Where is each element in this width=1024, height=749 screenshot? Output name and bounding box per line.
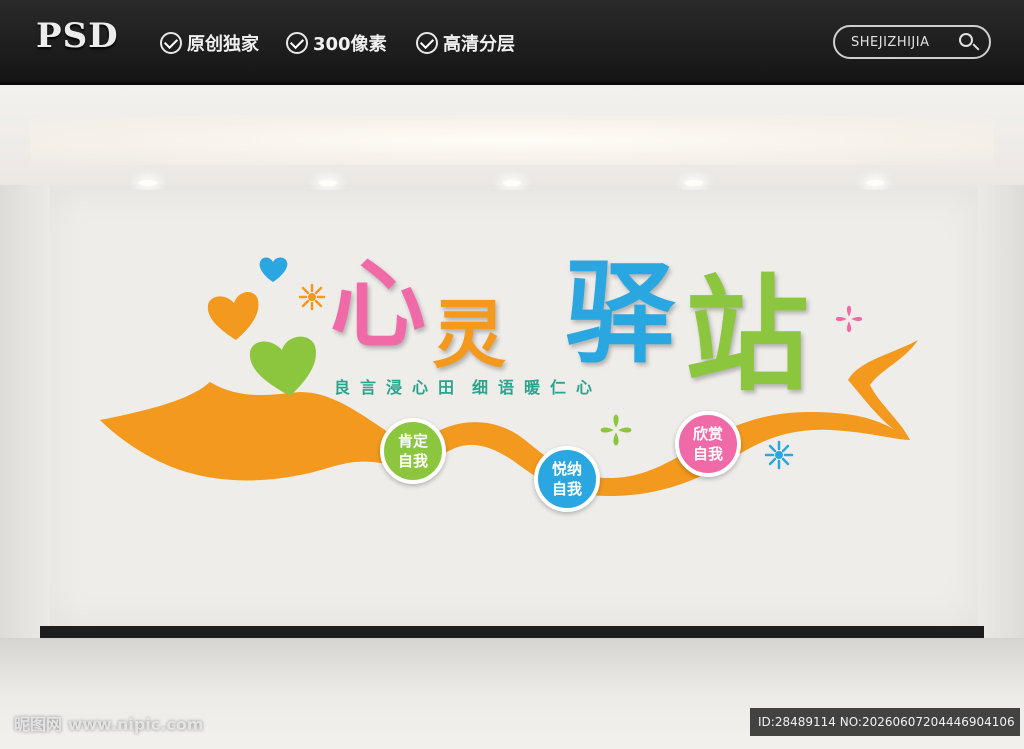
title-char-3: 驿 bbox=[565, 250, 676, 378]
orange-flower-icon bbox=[298, 283, 326, 311]
blue-flower-icon bbox=[764, 440, 794, 470]
bubble-affirm-self: 肯定 自我 bbox=[380, 418, 446, 484]
title-char-1: 心 bbox=[330, 249, 426, 361]
bubble-accept-self: 悦纳 自我 bbox=[534, 446, 600, 512]
green-heart-icon bbox=[249, 336, 316, 396]
pink-clover-icon bbox=[835, 305, 863, 333]
image-id-label: ID:28489114 NO:20260607204446904106 bbox=[750, 708, 1020, 736]
orange-heart-icon bbox=[207, 292, 259, 340]
bubble-appreciate-self: 欣赏 自我 bbox=[675, 411, 741, 477]
slogan: 良 言 浸 心 田 细 语 暖 仁 心 bbox=[333, 378, 592, 397]
green-clover-icon bbox=[600, 414, 632, 446]
title-char-2: 灵 bbox=[432, 292, 506, 378]
title-char-4: 站 bbox=[685, 264, 809, 408]
blue-heart-icon bbox=[259, 257, 288, 282]
site-watermark: 昵图网 www.nipic.com bbox=[14, 715, 204, 734]
